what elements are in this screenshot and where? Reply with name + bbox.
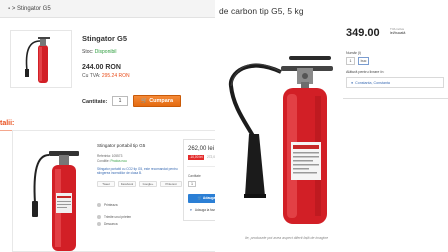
product-title: Stingator portabil tip G5 <box>97 143 146 148</box>
product-image[interactable] <box>219 26 359 226</box>
unit-select[interactable]: buc <box>358 57 369 65</box>
stock-status: Stoc: Disponibil <box>82 49 116 55</box>
image-disclaimer: ile, produsele pot avea aspect diferit f… <box>245 236 329 240</box>
fire-extinguisher-image <box>32 151 79 251</box>
product-title: de carbon tip G5, 5 kg <box>219 6 304 16</box>
heart-icon: ♥ <box>190 208 192 212</box>
download-link-label: Descarca <box>104 222 118 226</box>
quantity-label: Număr (l) <box>346 51 361 55</box>
home-icon[interactable]: ▪ <box>8 6 10 12</box>
product-price: 244.00 RON <box>82 64 121 71</box>
share-pinterest-button[interactable]: Pinterest <box>160 181 182 187</box>
location-pin-icon: ● <box>351 81 354 85</box>
quantity-input[interactable]: 1 <box>188 181 196 187</box>
store-product-page-right: de carbon tip G5, 5 kg ile, produsele po… <box>215 0 448 252</box>
vat-label: Cu TVA: <box>82 73 101 79</box>
product-description: Stingator portabil cu CO2 tip G5, este r… <box>97 167 178 176</box>
price-unit: TVA inclus lei/bucată <box>390 27 405 35</box>
details-heading: talii: <box>0 120 15 127</box>
store-product-page-middle: Stingator portabil tip G5 Referinta: 105… <box>12 130 240 252</box>
condition-value: Produs nou <box>110 159 127 163</box>
delivery-location-select[interactable]: ● Constanta, Constanta <box>346 77 444 88</box>
buy-button[interactable]: 🛒 Cumpara <box>133 95 181 107</box>
quantity-label: Cantitate: <box>82 99 108 105</box>
share-google-button[interactable]: Google+ <box>139 181 157 187</box>
price-box: 349.00 TVA inclus lei/bucată Număr (l) 1… <box>343 23 448 95</box>
download-link[interactable]: Descarca <box>97 222 117 226</box>
download-icon <box>97 222 101 226</box>
breadcrumb-current: Stingator G5 <box>16 6 51 12</box>
price-value: 349.00 <box>346 27 380 39</box>
quantity-row: 1 buc <box>346 57 369 65</box>
stock-label: Stoc: <box>82 49 94 55</box>
product-image[interactable] <box>29 141 89 251</box>
price-value: 262,00 lei <box>188 146 215 152</box>
share-buttons: Tweet Facebook Google+ Pinterest <box>97 181 182 187</box>
mail-icon <box>97 215 101 219</box>
vat-price: 295.24 RON <box>101 73 130 79</box>
product-condition: Conditie: Produs nou <box>97 159 127 164</box>
stock-value: Disponibil <box>94 49 117 55</box>
print-icon <box>97 203 101 207</box>
quantity-input[interactable]: 1 <box>112 96 128 106</box>
discount-badge: -10,00 lei <box>188 155 204 160</box>
product-title: Stingator G5 <box>82 34 128 43</box>
delivery-label: Alătură pentru livrare în: <box>346 70 385 74</box>
product-meta: Referinta: 105573 Conditie: Produs nou <box>97 154 127 164</box>
quantity-label: Cantitate <box>188 174 201 178</box>
fire-extinguisher-image <box>228 56 333 224</box>
send-link-label: Trimite unui prieten <box>104 215 132 219</box>
buy-button-label: Cumpara <box>149 98 174 104</box>
unit-label: lei/bucată <box>390 31 406 35</box>
condition-label: Conditie: <box>97 159 110 163</box>
quantity-input[interactable]: 1 <box>346 57 355 65</box>
share-tweet-button[interactable]: Tweet <box>97 181 115 187</box>
fire-extinguisher-image <box>25 37 50 83</box>
cart-icon: 🛒 <box>140 98 148 104</box>
share-facebook-button[interactable]: Facebook <box>118 181 136 187</box>
print-link[interactable]: Printeaza <box>97 203 117 207</box>
print-link-label: Printeaza <box>104 203 118 207</box>
delivery-location-value: Constanta, Constanta <box>355 81 390 85</box>
product-thumbnail[interactable] <box>10 30 72 88</box>
breadcrumb: ▪ > Stingator G5 <box>8 6 51 12</box>
price-with-vat: Cu TVA: 295.24 RON <box>82 73 130 79</box>
section-divider <box>343 98 448 99</box>
send-to-friend-link[interactable]: Trimite unui prieten <box>97 215 131 219</box>
